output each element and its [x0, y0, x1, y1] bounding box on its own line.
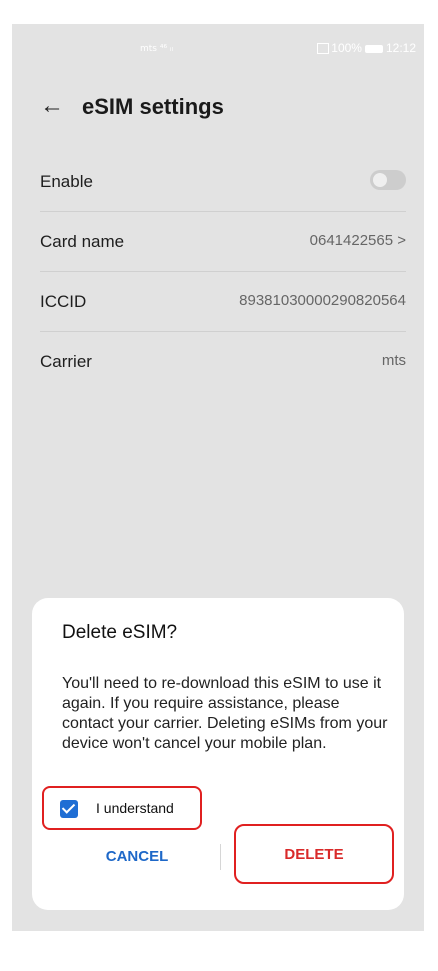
setting-row-card-name[interactable]: Card name 0641422565 >	[40, 212, 406, 272]
setting-label: Enable	[40, 172, 93, 191]
page-title: eSIM settings	[82, 94, 224, 119]
battery-percent: 100%	[331, 41, 362, 55]
back-arrow-icon[interactable]: ←	[40, 92, 64, 120]
battery-icon	[364, 44, 383, 53]
checkbox-checked-icon[interactable]	[60, 800, 78, 818]
delete-button[interactable]: DELETE	[234, 824, 394, 884]
sim-icon	[317, 43, 330, 55]
button-divider	[220, 844, 221, 870]
delete-esim-dialog: Delete eSIM? You'll need to re-download …	[32, 598, 404, 910]
status-right: 100% 12:12	[317, 41, 416, 55]
setting-row-iccid: ICCID 89381030000290820564	[40, 272, 406, 332]
delete-button-label: DELETE	[284, 845, 344, 863]
setting-row-carrier: Carrier mts	[40, 332, 406, 392]
enable-toggle[interactable]	[370, 170, 406, 190]
setting-row-enable[interactable]: Enable	[40, 152, 406, 212]
carrier-value: mts	[381, 352, 406, 369]
setting-label: Carrier	[40, 352, 92, 371]
iccid-value: 89381030000290820564	[239, 292, 406, 309]
signal-indicator: mts ⁴⁶ ᵢₗ	[140, 44, 174, 54]
status-bar: mts ⁴⁶ ᵢₗ 100% 12:12	[12, 24, 424, 60]
dialog-title: Delete eSIM?	[62, 622, 178, 643]
toggle-knob	[373, 173, 387, 187]
clock: 12:12	[385, 41, 416, 55]
app-header: ← eSIM settings	[12, 88, 424, 128]
phone-screen: mts ⁴⁶ ᵢₗ 100% 12:12 ← eSIM settings Enab…	[12, 24, 424, 931]
setting-label: ICCID	[40, 292, 87, 311]
cancel-button[interactable]: CANCEL	[72, 836, 202, 876]
understand-checkbox-row[interactable]: I understand	[42, 786, 202, 830]
dialog-message: You'll need to re-download this eSIM to …	[62, 675, 388, 752]
setting-label: Card name	[40, 232, 125, 251]
card-name-value: 0641422565 >	[309, 232, 406, 249]
checkbox-label: I understand	[96, 800, 174, 816]
